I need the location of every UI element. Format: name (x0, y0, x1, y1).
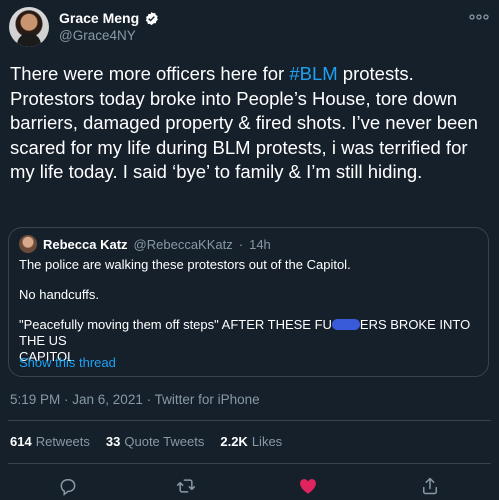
likes-stat[interactable]: 2.2K Likes (220, 434, 282, 449)
more-icon[interactable] (468, 13, 490, 27)
quoted-tweet-header: Rebecca Katz @RebeccaKKatz · 14h (19, 235, 271, 253)
divider (8, 420, 491, 421)
likes-label: Likes (251, 434, 283, 449)
quoted-author-handle: @RebeccaKKatz (133, 236, 233, 252)
tweet-text-before: There were more officers here for (10, 63, 290, 84)
hashtag-link[interactable]: #BLM (289, 63, 337, 84)
author-name-row: Grace Meng (59, 10, 159, 26)
quote-tweets-count: 33 (105, 434, 121, 449)
quoted-line-3-before: "Peacefully moving them off steps" AFTER… (19, 317, 332, 332)
quoted-line-1: The police are walking these protestors … (19, 257, 351, 272)
tweet-meta[interactable]: 5:19 PM · Jan 6, 2021 · Twitter for iPho… (10, 392, 260, 407)
engagement-stats: 614 Retweets 33 Quote Tweets 2.2K Likes (10, 434, 282, 449)
quoted-author-avatar (19, 235, 37, 253)
quoted-line-2: No handcuffs. (19, 287, 99, 302)
likes-count: 2.2K (220, 434, 248, 449)
quoted-timestamp: 14h (249, 236, 271, 252)
author-avatar[interactable] (9, 7, 49, 47)
quoted-tweet-card[interactable]: Rebecca Katz @RebeccaKKatz · 14h The pol… (8, 227, 489, 377)
quoted-author-name: Rebecca Katz (43, 236, 128, 252)
retweets-stat[interactable]: 614 Retweets (10, 434, 90, 449)
author-handle[interactable]: @Grace4NY (59, 28, 136, 43)
retweets-count: 614 (10, 434, 32, 449)
quoted-separator: · (238, 236, 244, 252)
action-bar (0, 470, 499, 500)
censor-scribble (331, 319, 360, 330)
quote-tweets-stat[interactable]: 33 Quote Tweets (106, 434, 204, 449)
divider (8, 463, 491, 464)
verified-badge-icon (145, 11, 159, 25)
author-display-name[interactable]: Grace Meng (59, 10, 139, 26)
show-thread-link[interactable]: Show this thread (19, 355, 116, 370)
share-icon[interactable] (420, 476, 440, 496)
quote-tweets-label: Quote Tweets (124, 434, 205, 449)
like-icon[interactable] (298, 476, 318, 496)
retweet-icon[interactable] (176, 476, 196, 496)
quoted-tweet-body: The police are walking these protestors … (19, 257, 479, 365)
tweet-header: Grace Meng @Grace4NY (9, 7, 490, 47)
tweet-text: There were more officers here for #BLM p… (10, 62, 494, 185)
retweets-label: Retweets (35, 434, 90, 449)
reply-icon[interactable] (58, 476, 78, 496)
